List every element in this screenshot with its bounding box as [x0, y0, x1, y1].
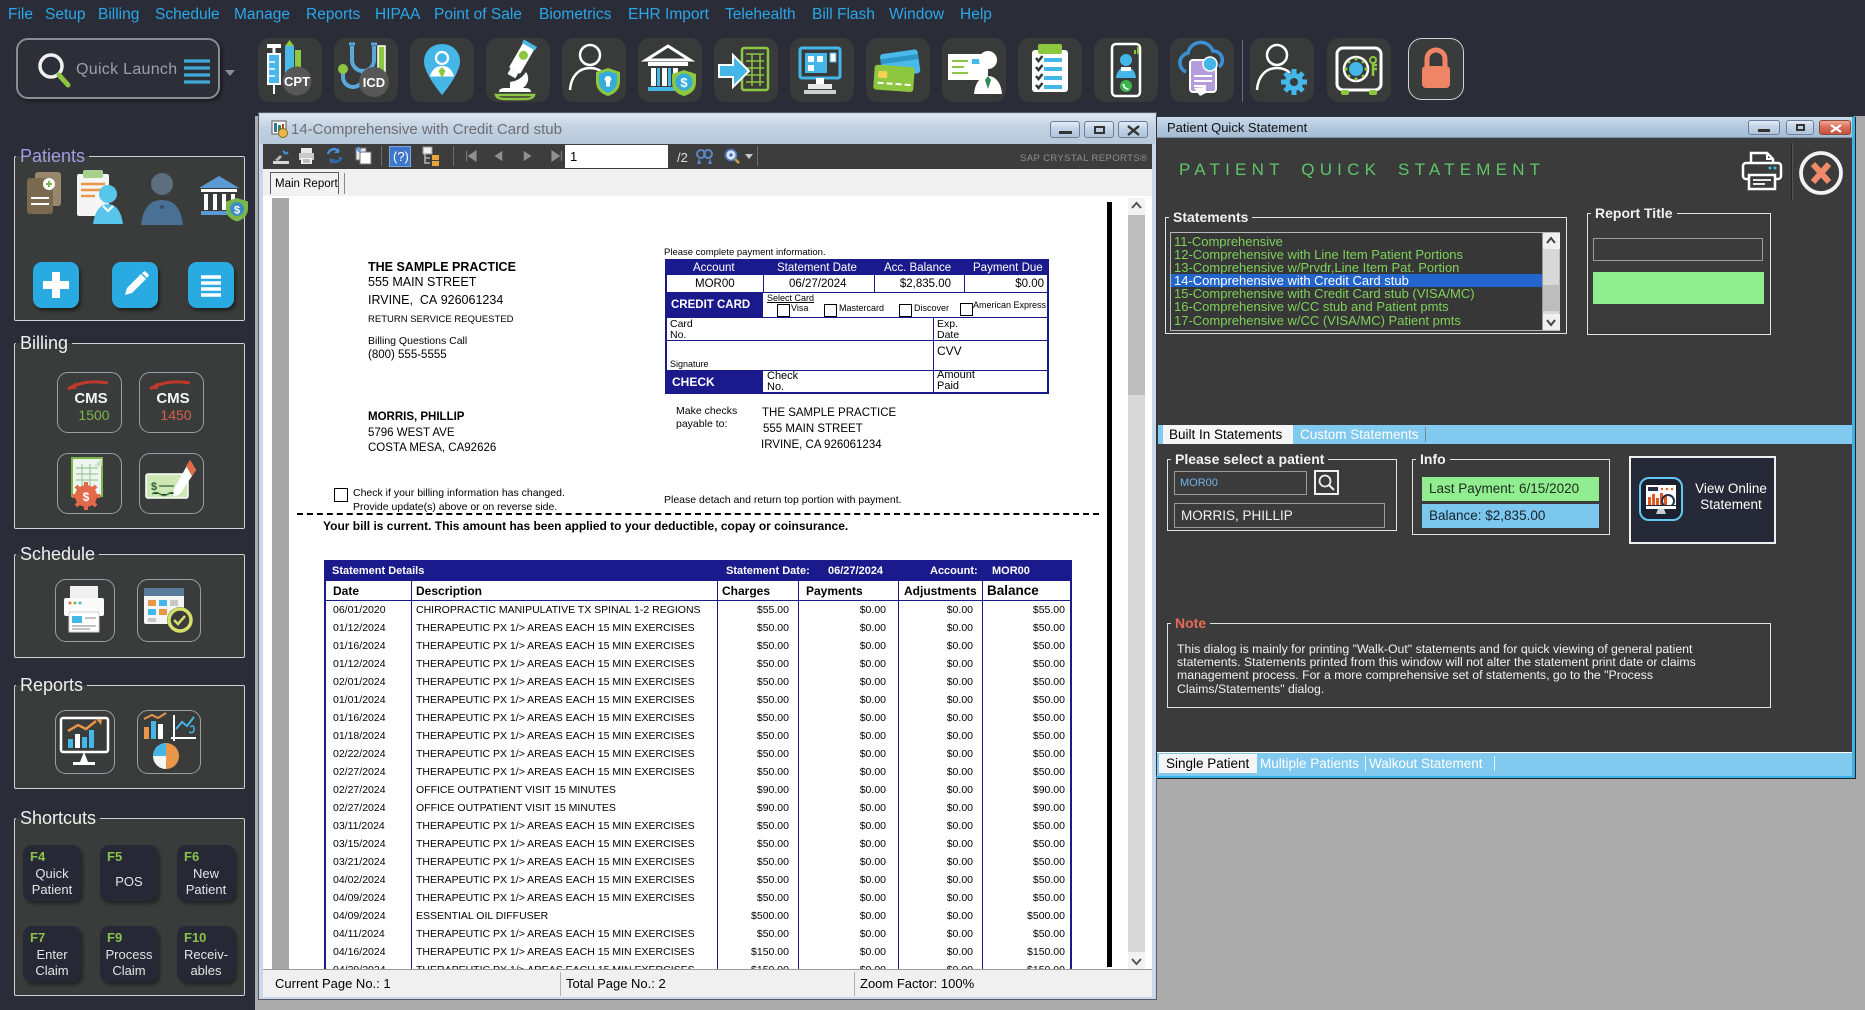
- svg-text:$: $: [83, 490, 90, 504]
- svg-text:ICD: ICD: [363, 75, 385, 90]
- svg-text:CMS: CMS: [74, 390, 107, 407]
- svg-text:$: $: [234, 205, 240, 217]
- svg-text:CMS: CMS: [156, 390, 189, 407]
- svg-text:$: $: [680, 75, 688, 90]
- svg-text:CPT: CPT: [284, 74, 310, 89]
- svg-text:1500: 1500: [78, 407, 109, 423]
- svg-text:1450: 1450: [160, 407, 191, 423]
- svg-text:$: $: [151, 481, 157, 493]
